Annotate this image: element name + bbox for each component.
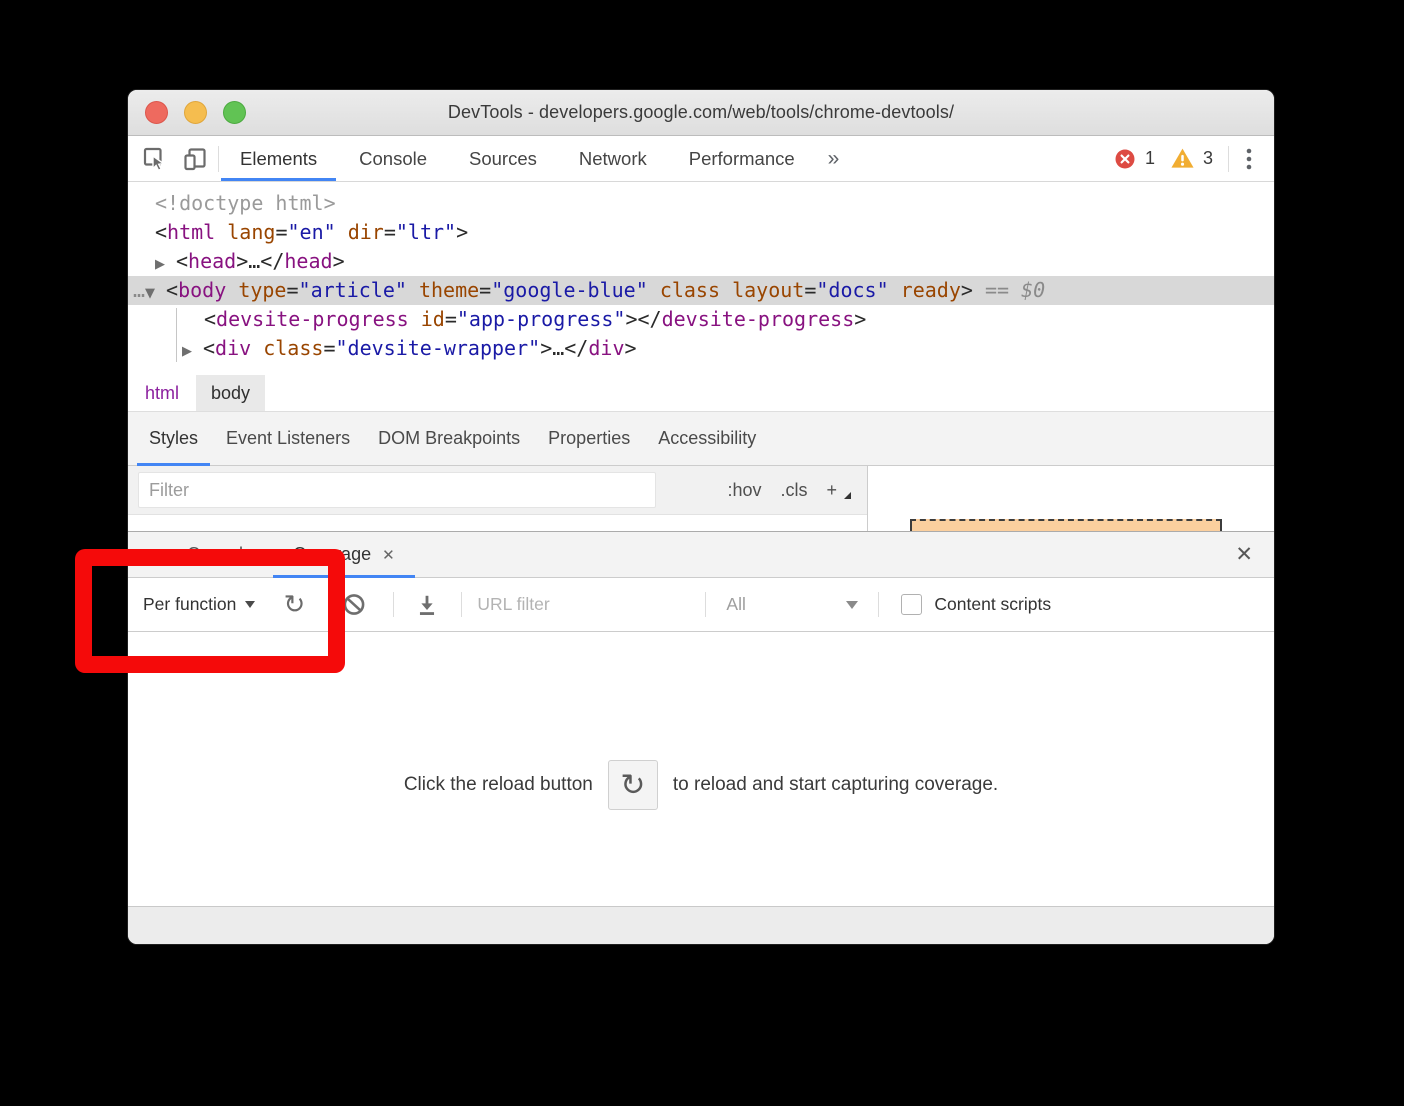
clear-coverage-icon[interactable]: [341, 592, 367, 618]
url-filter-input[interactable]: [477, 594, 705, 615]
tab-network[interactable]: Network: [558, 136, 668, 181]
disclosure-triangle-icon[interactable]: ▶: [182, 337, 203, 366]
more-tabs-icon[interactable]: »: [816, 136, 852, 181]
reload-button[interactable]: ↻: [608, 760, 658, 810]
tab-elements[interactable]: Elements: [219, 136, 338, 181]
toolbar-divider: [878, 592, 879, 617]
styles-filter-input[interactable]: [138, 472, 656, 508]
code-line[interactable]: ▶<div class="devsite-wrapper">…</div>: [128, 334, 1274, 363]
code-line[interactable]: <!doctype html>: [128, 189, 1274, 218]
inspect-element-icon[interactable]: [142, 146, 168, 172]
content-scripts-label: Content scripts: [934, 594, 1051, 615]
zoom-window-button[interactable]: [223, 101, 246, 124]
code-line[interactable]: <html lang="en" dir="ltr">: [128, 218, 1274, 247]
close-coverage-tab-icon[interactable]: ✕: [382, 546, 395, 564]
tab-performance[interactable]: Performance: [668, 136, 816, 181]
new-rule-corner-icon: [844, 492, 851, 499]
window-controls: [145, 101, 246, 124]
styles-pane: :hov .cls +: [128, 466, 1274, 531]
tab-sources[interactable]: Sources: [448, 136, 558, 181]
kebab-menu-icon[interactable]: [1236, 146, 1262, 172]
tab-dom-breakpoints[interactable]: DOM Breakpoints: [364, 412, 534, 465]
title-bar: DevTools - developers.google.com/web/too…: [128, 90, 1274, 136]
indent-guide: [176, 308, 177, 362]
export-download-icon[interactable]: [414, 592, 440, 618]
device-toolbar-icon[interactable]: [182, 146, 208, 172]
toolbar-divider: [461, 592, 462, 617]
reload-icon: ↻: [620, 768, 645, 803]
coverage-message-after: to reload and start capturing coverage.: [673, 774, 998, 796]
sidebar-tabbar: Styles Event Listeners DOM Breakpoints P…: [128, 412, 1274, 466]
styles-filter-bar: :hov .cls +: [128, 466, 867, 515]
new-style-rule-button[interactable]: +: [826, 480, 837, 501]
tab-styles[interactable]: Styles: [135, 412, 212, 465]
coverage-message-before: Click the reload button: [404, 774, 593, 796]
toolbar-divider: [705, 592, 706, 617]
breadcrumb-html[interactable]: html: [141, 375, 183, 411]
window-title: DevTools - developers.google.com/web/too…: [448, 102, 954, 123]
tab-properties[interactable]: Properties: [534, 412, 644, 465]
close-drawer-icon[interactable]: ✕: [1214, 532, 1274, 577]
error-icon[interactable]: [1112, 146, 1138, 172]
toolbar-divider: [1228, 146, 1229, 172]
close-window-button[interactable]: [145, 101, 168, 124]
main-toolbar: Elements Console Sources Network Perform…: [128, 136, 1274, 182]
breadcrumb-body[interactable]: body: [196, 375, 265, 411]
pane-divider: [867, 466, 868, 531]
dom-tree: <!doctype html><html lang="en" dir="ltr"…: [128, 182, 1274, 375]
warning-count: 3: [1203, 148, 1213, 169]
toggle-element-classes[interactable]: .cls: [780, 480, 807, 501]
breadcrumb: html body: [128, 375, 1274, 412]
toggle-pseudo-state[interactable]: :hov: [727, 480, 761, 501]
coverage-type-value: All: [726, 594, 745, 615]
chevron-down-icon: [846, 601, 858, 609]
error-count: 1: [1145, 148, 1155, 169]
minimize-window-button[interactable]: [184, 101, 207, 124]
code-line[interactable]: <devsite-progress id="app-progress"></de…: [128, 305, 1274, 334]
code-line-selected[interactable]: …▼<body type="article" theme="google-blu…: [128, 276, 1274, 305]
tab-accessibility[interactable]: Accessibility: [644, 412, 770, 465]
annotation-rectangle: [75, 549, 345, 673]
tab-event-listeners[interactable]: Event Listeners: [212, 412, 364, 465]
disclosure-triangle-icon[interactable]: ▼: [145, 279, 166, 308]
code-line[interactable]: ▶<head>…</head>: [128, 247, 1274, 276]
devtools-window: DevTools - developers.google.com/web/too…: [128, 90, 1274, 944]
drawer-status-bar: [128, 906, 1274, 944]
content-scripts-checkbox[interactable]: [901, 594, 922, 615]
box-model-margin-box: [910, 519, 1222, 531]
warning-icon[interactable]: [1170, 146, 1196, 172]
coverage-content: Click the reload button ↻ to reload and …: [128, 632, 1274, 906]
toolbar-divider: [393, 592, 394, 617]
tab-console[interactable]: Console: [338, 136, 448, 181]
disclosure-triangle-icon[interactable]: ▶: [155, 250, 176, 279]
coverage-type-select[interactable]: All: [726, 594, 858, 615]
